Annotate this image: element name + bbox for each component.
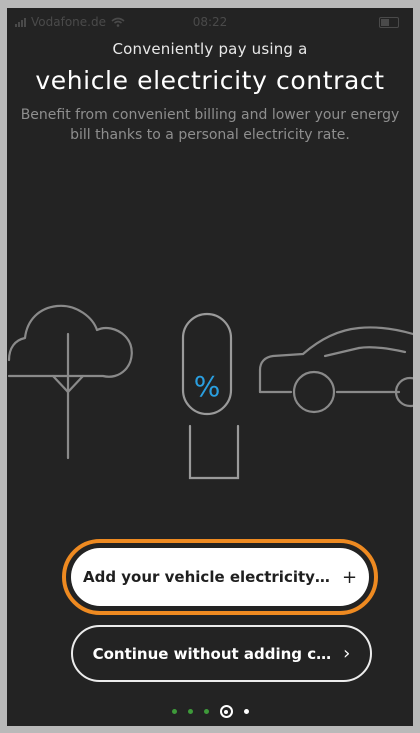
- page-dot-3[interactable]: [203, 709, 209, 714]
- onboarding-header: Conveniently pay using a vehicle electri…: [7, 40, 413, 145]
- plus-icon: +: [341, 566, 358, 588]
- page-dot-2[interactable]: [187, 709, 193, 714]
- tree-icon: [7, 304, 133, 460]
- add-vehicle-electricity-button[interactable]: Add your vehicle electricity… +: [71, 548, 369, 606]
- continue-without-adding-label: Continue without adding c…: [92, 644, 332, 663]
- page-indicator: [7, 705, 413, 718]
- page-title: vehicle electricity contract: [35, 66, 385, 95]
- status-time: 08:22: [192, 15, 228, 29]
- battery-icon: [379, 17, 399, 28]
- car-icon: [258, 326, 413, 414]
- app-screen: Vodafone.de 08:22 Conveniently pay using…: [0, 0, 420, 733]
- continue-without-adding-button[interactable]: Continue without adding c… ›: [71, 625, 372, 682]
- page-dot-1[interactable]: [171, 709, 177, 714]
- status-bar: Vodafone.de 08:22: [7, 8, 413, 38]
- add-vehicle-electricity-label: Add your vehicle electricity…: [82, 568, 330, 586]
- page-dot-current[interactable]: [219, 705, 233, 718]
- page-subtitle: Conveniently pay using a: [112, 40, 308, 58]
- page-description: Benefit from convenient billing and lowe…: [20, 107, 400, 143]
- percent-badge: %: [194, 370, 221, 403]
- onboarding-illustration: %: [7, 304, 413, 480]
- page-dot-5[interactable]: [243, 709, 249, 714]
- chevron-right-icon: ›: [343, 643, 351, 664]
